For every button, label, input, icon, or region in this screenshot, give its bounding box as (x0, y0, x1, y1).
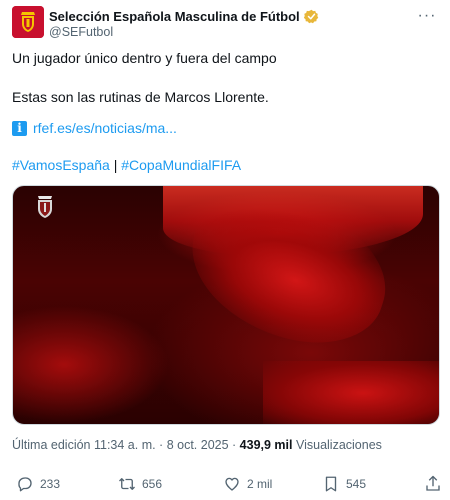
tweet-text-line-1: Un jugador único dentro y fuera del camp… (12, 50, 277, 66)
reply-count: 233 (40, 477, 61, 491)
account-name[interactable]: Selección Española Masculina de Fútbol (49, 9, 300, 24)
like-count: 2 mil (247, 477, 273, 491)
more-options-icon[interactable]: ··· (416, 6, 438, 26)
views-count: 439,9 mil (239, 438, 293, 452)
media-shoulder-area (263, 361, 439, 424)
rfef-crest-icon (12, 6, 44, 38)
repost-button[interactable]: 656 (118, 475, 162, 493)
like-button[interactable]: 2 mil (223, 475, 272, 493)
share-button[interactable] (424, 475, 442, 493)
info-icon: i (12, 120, 27, 136)
reply-button[interactable]: 233 (16, 475, 60, 493)
repost-icon (119, 478, 135, 490)
bookmark-button[interactable]: 545 (322, 475, 366, 493)
share-icon (426, 475, 440, 491)
account-name-row: Selección Española Masculina de Fútbol (49, 8, 319, 24)
tweet-actions: 233 656 2 mil 545 (12, 475, 440, 495)
heart-icon (225, 477, 239, 491)
bookmark-icon (325, 476, 337, 492)
hashtag-separator: | (113, 157, 118, 173)
media-crest-icon (36, 195, 54, 219)
tweet-meta: Última edición 11:34 a. m. · 8 oct. 2025… (12, 438, 382, 452)
edited-timestamp[interactable]: Última edición 11:34 a. m. · 8 oct. 2025… (12, 438, 236, 452)
verified-badge-icon[interactable] (303, 9, 319, 24)
tweet-text-line-2: Estas son las rutinas de Marcos Llorente… (12, 89, 269, 105)
repost-count: 656 (142, 477, 163, 491)
article-link[interactable]: rfef.es/es/noticias/ma... (33, 120, 177, 136)
hashtag-copamundialfifa[interactable]: #CopaMundialFIFA (121, 157, 241, 173)
account-avatar[interactable] (12, 6, 44, 38)
tweet-media-image[interactable] (12, 185, 440, 425)
hashtag-vamosespana[interactable]: #VamosEspaña (12, 157, 110, 173)
views-label: Visualizaciones (295, 438, 382, 452)
reply-icon (18, 477, 32, 492)
bookmark-count: 545 (346, 477, 367, 491)
tweet-header: Selección Española Masculina de Fútbol @… (12, 6, 438, 42)
hashtags-row: #VamosEspaña | #CopaMundialFIFA (12, 157, 241, 173)
account-handle[interactable]: @SEFutbol (49, 25, 113, 39)
tweet-link-row: i rfef.es/es/noticias/ma... (12, 120, 177, 136)
